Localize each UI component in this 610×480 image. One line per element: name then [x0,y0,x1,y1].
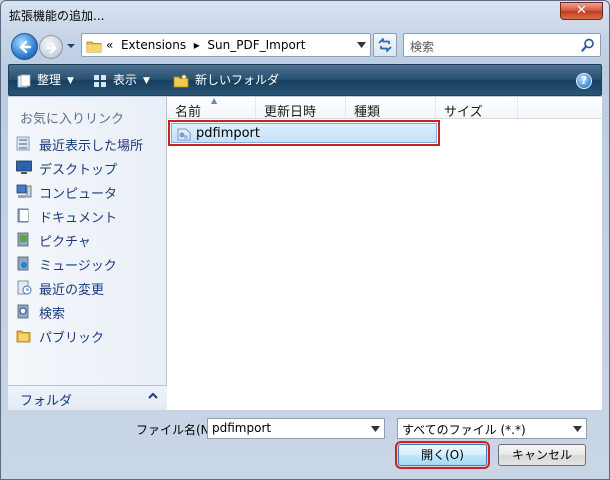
computer-icon [16,184,32,198]
filename-value: pdfimport [212,421,272,435]
pictures-icon [17,232,29,247]
refresh-icon [378,38,392,52]
address-dropdown-icon[interactable] [357,42,366,48]
sidebar-item-recent-places[interactable]: 最近表示した場所 [14,133,160,154]
sidebar-item-label: ピクチャ [39,235,91,250]
file-name: pdfimport [196,126,261,141]
public-folder-icon [16,330,31,343]
column-header-modified[interactable]: 更新日時 [264,101,316,120]
sidebar-item-label: 最近の変更 [39,283,105,298]
views-label: 表示 [113,73,138,87]
search-placeholder: 検索 [410,40,435,54]
organize-icon [17,74,31,87]
filename-dropdown-icon[interactable] [371,426,380,432]
column-headers: 名前 ▲ 更新日時 種類 サイズ [167,96,602,120]
file-list[interactable]: 名前 ▲ 更新日時 種類 サイズ pdfimport [167,96,602,410]
cancel-button[interactable]: キャンセル [498,444,586,466]
dialog-footer: ファイル名(N): pdfimport すべてのファイル (*.*) 開く(O)… [1,410,609,480]
column-header-type[interactable]: 種類 [354,101,380,120]
sidebar-item-computer[interactable]: コンピュータ [14,181,160,202]
back-arrow-icon [19,40,32,54]
sidebar-item-pictures[interactable]: ピクチャ [14,229,160,250]
column-divider[interactable] [345,97,346,118]
sidebar-item-music[interactable]: ミュージック [14,253,160,274]
sidebar-item-label: 最近表示した場所 [39,139,144,154]
filetype-value: すべてのファイル (*.*) [402,423,526,437]
title-bar: 拡張機能の追加... ✕ [1,1,609,29]
organize-label: 整理 [37,73,62,87]
folders-label: フォルダ [20,394,73,409]
chevron-up-icon [148,392,158,399]
sidebar-item-label: コンピュータ [39,187,118,202]
column-divider[interactable] [255,97,256,118]
search-input[interactable]: 検索 [403,33,601,57]
command-toolbar: 整理 ▼ 表示 ▼ 新しいフォルダ ? [8,64,602,96]
filetype-select[interactable]: すべてのファイル (*.*) [397,418,587,439]
sidebar-item-public[interactable]: パブリック [14,325,160,346]
views-icon [94,74,106,87]
column-divider[interactable] [435,97,436,118]
recent-pages-dropdown-icon[interactable] [66,41,76,51]
sidebar-item-label: ミュージック [39,259,117,274]
sidebar-item-search[interactable]: 検索 [14,301,160,322]
column-header-name[interactable]: 名前 [175,101,201,120]
column-header-size[interactable]: サイズ [444,101,483,120]
window-title: 拡張機能の追加... [9,9,105,23]
search-folder-icon [17,304,29,319]
sidebar-item-documents[interactable]: ドキュメント [14,205,160,226]
views-dropdown-icon: ▼ [143,75,150,86]
new-folder-icon [173,73,189,87]
sidebar-item-label: パブリック [39,331,105,346]
sidebar-item-label: デスクトップ [39,163,118,178]
help-icon[interactable]: ? [576,73,592,89]
documents-icon [17,208,29,223]
new-folder-button[interactable]: 新しいフォルダ [173,72,279,90]
forward-button[interactable] [39,35,63,59]
organize-menu[interactable]: 整理 ▼ [17,72,74,90]
folders-toggle[interactable]: フォルダ [8,385,167,410]
close-button[interactable]: ✕ [560,2,603,20]
views-menu[interactable]: 表示 ▼ [93,72,150,90]
sidebar-item-label: 検索 [39,307,66,322]
organize-dropdown-icon: ▼ [67,75,74,86]
file-item-pdfimport[interactable]: pdfimport [168,120,440,146]
extension-file-icon [177,128,191,141]
search-icon[interactable] [581,38,595,52]
back-button[interactable] [11,33,38,60]
column-divider[interactable] [517,97,518,118]
sidebar-item-desktop[interactable]: デスクトップ [14,157,160,178]
forward-arrow-icon [46,42,57,54]
filename-field[interactable]: pdfimport [207,418,385,439]
favorite-links-heading: お気に入りリンク [20,112,125,127]
filetype-dropdown-icon[interactable] [573,426,582,432]
refresh-button[interactable] [373,33,397,57]
navigation-pane: お気に入りリンク 最近表示した場所 デスクトップ コンピュータ ドキュメント ピ… [8,97,167,410]
recent-changes-icon [17,280,32,295]
music-icon [17,256,29,271]
sidebar-item-label: ドキュメント [39,211,118,226]
recent-places-icon [16,136,30,151]
address-bar[interactable]: « Extensions ▸ Sun_PDF_Import [81,33,371,57]
navigation-row: « Extensions ▸ Sun_PDF_Import 検索 [1,29,609,63]
sort-ascending-icon: ▲ [211,96,218,105]
desktop-icon [16,160,32,174]
new-folder-label: 新しいフォルダ [195,73,280,87]
address-path: « Extensions ▸ Sun_PDF_Import [106,38,306,52]
open-button[interactable]: 開く(O) [395,441,490,469]
file-open-dialog: 拡張機能の追加... ✕ « Extensions ▸ Sun_PDF_Impo… [0,0,610,480]
sidebar-item-recent-changes[interactable]: 最近の変更 [14,277,160,298]
folder-icon [86,41,102,53]
